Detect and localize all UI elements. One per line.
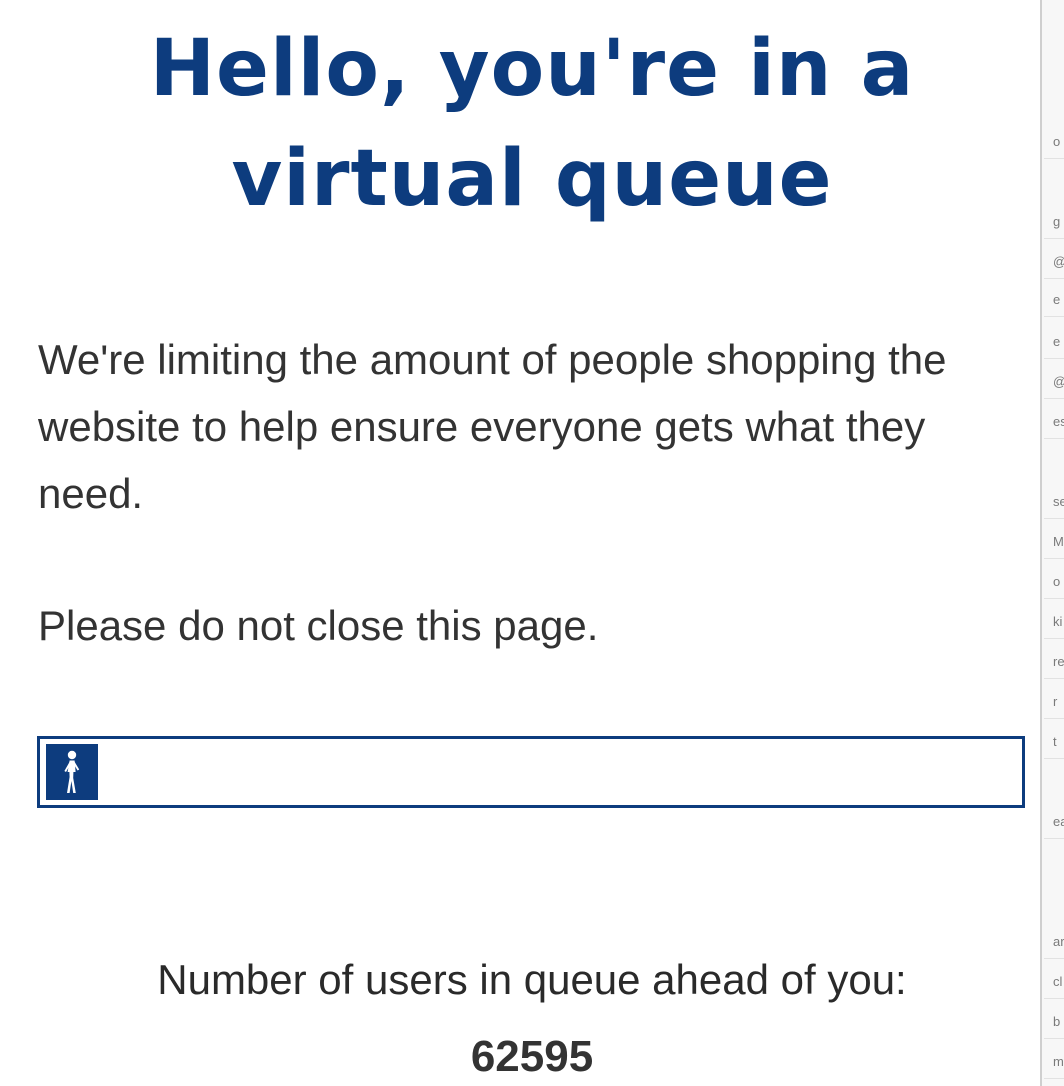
background-row-divider [1044,838,1064,839]
background-row-divider [1044,398,1064,399]
background-text-fragment: ea [1053,814,1064,829]
do-not-close-notice: Please do not close this page. [38,602,599,649]
queue-panel: Hello, you're in a virtual queue We're l… [0,0,1040,1086]
background-text-fragment: M [1053,534,1064,549]
background-text-fragment: @ [1053,374,1064,390]
queue-progress-fill [46,744,98,800]
background-text-fragment: ki [1053,614,1063,629]
queue-ahead-count: 62595 [470,1032,594,1081]
background-text-fragment: es [1053,414,1064,429]
background-row-divider [1044,998,1064,999]
background-text-fragment: e [1053,334,1061,349]
background-text-fragment: o [1053,134,1061,149]
background-row-divider [1044,758,1064,759]
background-text-fragment: o [1053,574,1061,589]
background-text-fragment: re [1053,654,1064,669]
background-row-divider [1044,1078,1064,1079]
background-row-divider [1044,678,1064,679]
background-text-fragment: ar [1053,934,1064,949]
background-window-edge: o g @ e e @ es se Mo ki re r t ea ar cl b my [1040,0,1064,1086]
background-text-fragment: my [1053,1054,1064,1069]
queue-progress-bar [37,736,1025,808]
background-row-divider [1044,238,1064,239]
background-row-divider [1044,558,1064,559]
background-row-divider [1044,278,1064,279]
background-row-divider [1044,518,1064,519]
walking-person-icon [64,750,80,793]
background-row-divider [1044,598,1064,599]
background-text-fragment: t [1053,734,1057,749]
background-row-divider [1044,958,1064,959]
background-row-divider [1044,316,1064,317]
title-line-2: virtual queue [231,134,833,224]
background-row-divider [1044,438,1064,439]
background-row-divider [1044,718,1064,719]
page-title: Hello, you're in a virtual queue [0,14,1064,234]
background-row-divider [1044,158,1064,159]
background-text-fragment: e [1053,292,1061,307]
background-row-divider [1044,1038,1064,1039]
intro-text: We're limiting the amount of people shop… [38,336,947,517]
background-text-fragment: se [1053,494,1064,509]
queue-page: Hello, you're in a virtual queue We're l… [0,0,1064,1086]
title-line-1: Hello, you're in a [149,24,915,114]
background-text-fragment: b [1053,1014,1061,1029]
background-text-fragment: @ [1053,254,1064,270]
background-row-divider [1044,638,1064,639]
queue-ahead-label: Number of users in queue ahead of you: [157,956,907,1003]
background-text-fragment: cl [1053,974,1063,989]
background-row-divider [1044,358,1064,359]
background-text-fragment: r [1053,694,1058,709]
background-text-fragment: g [1053,214,1061,229]
